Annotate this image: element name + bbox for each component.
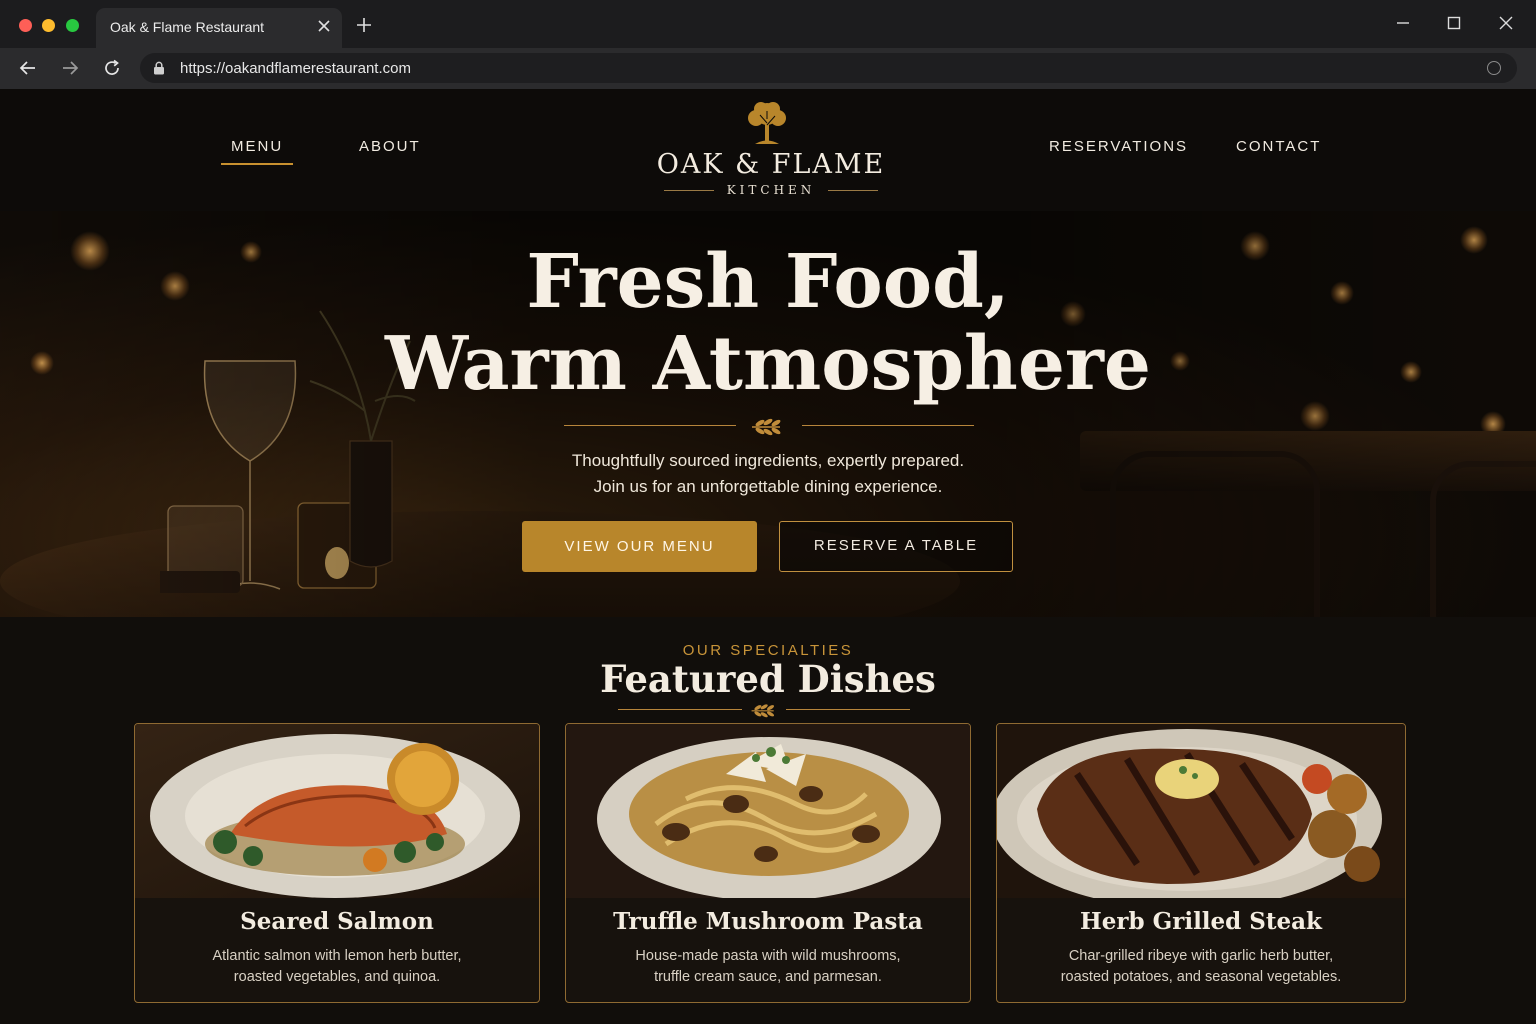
close-window-dot[interactable] [19, 19, 32, 32]
site-header: MENU ABOUT OAK & FLAME KITCHEN RESERVATI… [0, 89, 1536, 211]
dish-desc-line-2: roasted vegetables, and quinoa. [233, 969, 441, 985]
dish-image-salmon [135, 724, 539, 898]
brand-logo[interactable]: OAK & FLAME KITCHEN [656, 99, 886, 204]
close-icon[interactable] [316, 18, 332, 34]
dish-image-steak [997, 724, 1405, 898]
reload-icon[interactable] [102, 58, 122, 78]
nav-reservations[interactable]: RESERVATIONS [1049, 138, 1188, 155]
dish-description: Char-grilled ribeye with garlic herb but… [1017, 946, 1385, 988]
laurel-icon [751, 704, 775, 718]
view-menu-button[interactable]: VIEW OUR MENU [522, 521, 757, 572]
forward-arrow-icon[interactable] [60, 58, 80, 78]
dish-title: Herb Grilled Steak [1080, 908, 1322, 935]
dish-card-salmon[interactable]: Seared Salmon Atlantic salmon with lemon… [134, 723, 540, 1003]
lock-icon [154, 61, 164, 75]
nav-contact[interactable]: CONTACT [1236, 138, 1321, 155]
tab-title: Oak & Flame Restaurant [110, 19, 265, 35]
brand-name: OAK & FLAME [656, 149, 886, 180]
dish-desc-line-2: truffle cream sauce, and parmesan. [654, 969, 882, 985]
dish-description: House-made pasta with wild mushrooms, tr… [586, 946, 950, 988]
nav-about[interactable]: ABOUT [359, 138, 421, 155]
dish-description: Atlantic salmon with lemon herb butter, … [155, 946, 519, 988]
hero-title: Fresh Food, Warm Atmosphere [268, 241, 1268, 405]
dish-desc-line-2: roasted potatoes, and seasonal vegetable… [1060, 969, 1342, 985]
reserve-table-button[interactable]: RESERVE A TABLE [779, 521, 1013, 572]
maximize-window-dot[interactable] [66, 19, 79, 32]
dish-desc-line-1: Char-grilled ribeye with garlic herb but… [1068, 948, 1334, 964]
dish-card-steak[interactable]: Herb Grilled Steak Char-grilled ribeye w… [996, 723, 1406, 1003]
browser-tab[interactable]: Oak & Flame Restaurant [96, 8, 342, 48]
minimize-icon[interactable] [1394, 14, 1412, 32]
hero-title-line-2: Warm Atmosphere [385, 321, 1151, 407]
hero-ornament [564, 415, 974, 437]
window-close-icon[interactable] [1497, 14, 1515, 32]
hero-title-line-1: Fresh Food, [526, 239, 1010, 325]
dish-desc-line-1: House-made pasta with wild mushrooms, [635, 948, 901, 964]
address-bar[interactable]: https://oakandflamerestaurant.com [140, 53, 1517, 83]
hero-desc-line-1: Thoughtfully sourced ingredients, expert… [571, 451, 965, 470]
browser-titlebar: Oak & Flame Restaurant [0, 0, 1536, 48]
section-title: Featured Dishes [600, 657, 936, 701]
extension-circle-icon[interactable] [1487, 61, 1501, 75]
browser-toolbar: https://oakandflamerestaurant.com [0, 48, 1536, 89]
dish-desc-line-1: Atlantic salmon with lemon herb butter, [212, 948, 462, 964]
brand-divider-right [828, 190, 878, 191]
new-tab-plus-icon[interactable] [355, 16, 373, 34]
back-arrow-icon[interactable] [18, 58, 38, 78]
minimize-window-dot[interactable] [42, 19, 55, 32]
dish-title: Seared Salmon [240, 908, 434, 935]
section-ornament [618, 699, 910, 721]
nav-menu[interactable]: MENU [220, 138, 294, 165]
maximize-icon[interactable] [1445, 14, 1463, 32]
dish-image-pasta [566, 724, 970, 898]
featured-dishes-section: OUR SPECIALTIES Featured Dishes Seared S… [0, 617, 1536, 1024]
laurel-icon [752, 418, 781, 436]
hero-desc-line-2: Join us for an unforgettable dining expe… [593, 477, 943, 496]
dish-title: Truffle Mushroom Pasta [613, 908, 923, 935]
dish-card-pasta[interactable]: Truffle Mushroom Pasta House-made pasta … [565, 723, 971, 1003]
hero-description: Thoughtfully sourced ingredients, expert… [468, 448, 1068, 500]
oak-tree-icon [748, 102, 786, 144]
url-text: https://oakandflamerestaurant.com [180, 60, 411, 77]
hero-section: Fresh Food, Warm Atmosphere Thoughtfully… [0, 211, 1536, 617]
